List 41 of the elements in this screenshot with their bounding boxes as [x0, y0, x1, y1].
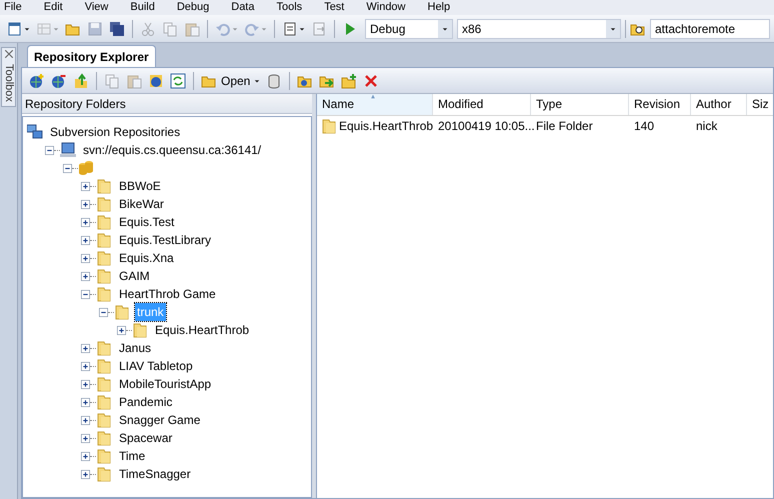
repository-explorer-tab[interactable]: Repository Explorer	[27, 45, 156, 67]
table-cell-text: 20100419 10:05...	[438, 118, 535, 135]
menu-item[interactable]: View	[84, 0, 108, 16]
menu-item[interactable]: Window	[366, 0, 406, 16]
table-cell-text: File Folder	[536, 118, 593, 135]
toolbox-tab[interactable]: Toolbox	[1, 47, 16, 107]
tree-item[interactable]: HeartThrob Game	[117, 285, 218, 303]
menu-item[interactable]: Edit	[44, 0, 63, 16]
table-cell-text: 140	[634, 118, 654, 135]
table-cell-text: Equis.HeartThrob	[339, 118, 434, 135]
tree-item[interactable]: Janus	[117, 339, 154, 357]
column-header[interactable]: Name	[317, 94, 433, 115]
tree-item[interactable]: Snagger Game	[117, 411, 202, 429]
tree-item[interactable]: svn://equis.cs.queensu.ca:36141/	[81, 141, 264, 159]
tree-item[interactable]: BBWoE	[117, 177, 163, 195]
tree-item[interactable]: Equis.Xna	[117, 249, 176, 267]
tree-item[interactable]: MobileTouristApp	[117, 375, 214, 393]
find-field[interactable]: attachtoremote	[650, 18, 770, 38]
pane-header: Repository Folders	[22, 94, 312, 114]
table-cell-text: nick	[696, 118, 718, 135]
tree-item[interactable]: Equis.HeartThrob	[153, 321, 252, 339]
menu-item[interactable]: Help	[428, 0, 450, 16]
menu-item[interactable]: File	[4, 0, 22, 16]
open-button[interactable]: Open	[198, 70, 264, 92]
tree-item[interactable]: Time	[117, 447, 148, 465]
menu-item[interactable]: Data	[231, 0, 254, 16]
tree-item[interactable]: Spacewar	[117, 429, 174, 447]
menu-item[interactable]: Tools	[276, 0, 302, 16]
tree-item[interactable]: BikeWar	[117, 195, 166, 213]
tree-item[interactable]: Pandemic	[117, 393, 174, 411]
tree-item[interactable]: TimeSnagger	[117, 465, 193, 483]
menu-item[interactable]: Build	[130, 0, 155, 16]
tree-item[interactable]: GAIM	[117, 267, 152, 285]
platform-dropdown[interactable]: x86	[457, 18, 621, 38]
menu-item[interactable]: Test	[324, 0, 344, 16]
tree-item[interactable]: Equis.Test	[117, 213, 176, 231]
tree-item[interactable]: LIAV Tabletop	[117, 357, 195, 375]
menu-item[interactable]: Debug	[176, 0, 210, 16]
configuration-dropdown[interactable]: Debug	[365, 18, 453, 38]
tree-item[interactable]: Equis.TestLibrary	[117, 231, 214, 249]
tree-item[interactable]: Subversion Repositories	[48, 123, 182, 141]
